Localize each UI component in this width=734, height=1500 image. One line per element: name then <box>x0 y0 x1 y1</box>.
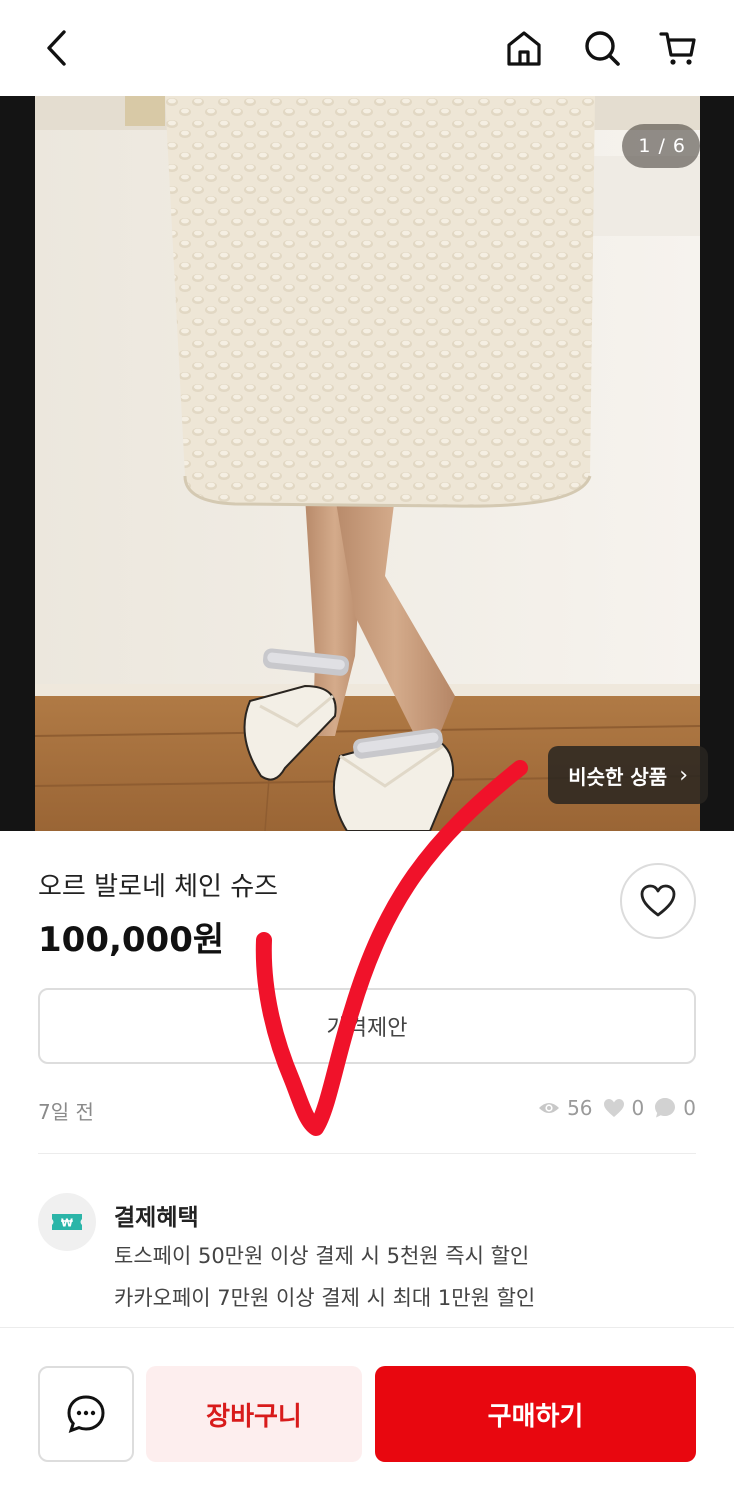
views-stat: 56 <box>538 1096 593 1120</box>
like-button[interactable] <box>620 863 696 939</box>
views-count: 56 <box>567 1096 593 1120</box>
chat-bubble-icon <box>655 1098 676 1118</box>
chats-count: 0 <box>683 1096 696 1120</box>
back-button[interactable] <box>34 24 82 72</box>
home-button[interactable] <box>500 24 548 72</box>
product-title: 오르 발로네 체인 슈즈 <box>38 872 279 902</box>
bottom-bar-divider <box>0 1327 734 1328</box>
heart-icon <box>640 884 676 917</box>
product-price: 100,000원 <box>38 920 225 960</box>
buy-now-button[interactable]: 구매하기 <box>375 1366 696 1462</box>
image-counter: 1 / 6 <box>622 124 700 168</box>
search-button[interactable] <box>578 24 626 72</box>
cart-button[interactable] <box>654 24 702 72</box>
heart-filled-icon <box>603 1099 624 1117</box>
top-navigation-bar <box>0 0 734 96</box>
chevron-left-icon <box>47 30 66 66</box>
chats-stat: 0 <box>654 1096 696 1120</box>
posted-time: 7일 전 <box>38 1100 94 1124</box>
add-to-cart-button[interactable]: 장바구니 <box>146 1366 362 1462</box>
chat-button[interactable] <box>38 1366 134 1462</box>
search-icon <box>585 31 620 66</box>
product-stats: 56 0 0 <box>538 1096 696 1120</box>
similar-products-label: 비슷한 상품 <box>568 764 668 789</box>
chat-icon <box>67 1395 105 1433</box>
payment-benefit-icon: ₩ <box>38 1193 96 1251</box>
product-image-gallery[interactable]: 1 / 6 비슷한 상품 › <box>0 96 734 831</box>
benefit-line-kakao: 카카오페이 7만원 이상 결제 시 최대 1만원 할인 <box>114 1286 536 1310</box>
likes-stat: 0 <box>603 1096 645 1120</box>
price-offer-button[interactable]: 가격제안 <box>38 988 696 1064</box>
won-glyph: ₩ <box>61 1217 73 1230</box>
section-divider <box>38 1153 696 1154</box>
eye-icon <box>539 1103 560 1113</box>
benefit-line-toss: 토스페이 50만원 이상 결제 시 5천원 즉시 할인 <box>114 1244 530 1268</box>
similar-products-button[interactable]: 비슷한 상품 › <box>548 746 708 804</box>
likes-count: 0 <box>631 1096 645 1120</box>
benefit-title: 결제혜택 <box>114 1205 199 1231</box>
chevron-right-icon: › <box>679 762 688 788</box>
cart-icon <box>659 32 696 65</box>
home-icon <box>507 31 541 66</box>
product-photo <box>35 96 700 831</box>
